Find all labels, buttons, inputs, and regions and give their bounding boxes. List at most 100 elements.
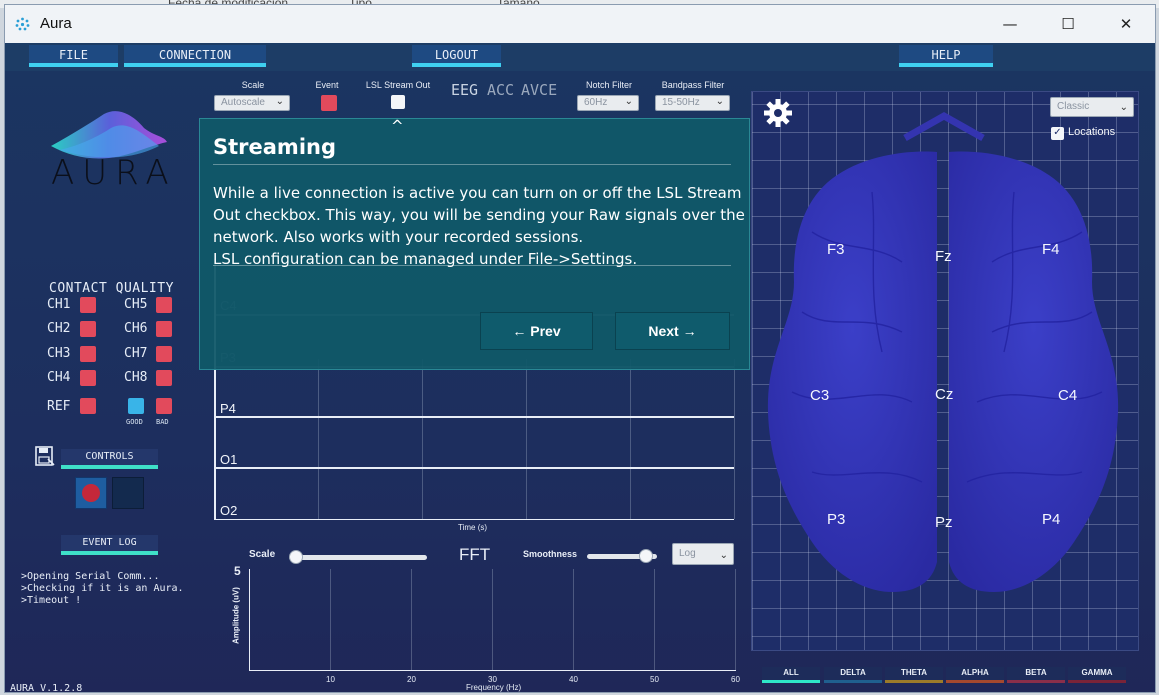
menu-bar: FILE CONNECTION LOGOUT HELP — [5, 43, 1155, 71]
menu-help[interactable]: HELP — [899, 45, 993, 67]
close-button[interactable]: ✕ — [1097, 5, 1155, 43]
grid-line — [422, 359, 423, 519]
tutorial-divider — [213, 164, 731, 165]
log-line: >Checking if it is an Aura. — [21, 583, 184, 594]
ch8-quality-indicator — [156, 370, 172, 386]
fft-grid-line — [735, 569, 736, 670]
electrode-c4: C4 — [1058, 387, 1078, 404]
title-bar: Aura — ☐ ✕ — [5, 5, 1155, 43]
minimize-button[interactable]: — — [981, 5, 1039, 43]
record-icon — [82, 484, 100, 502]
lsl-stream-checkbox[interactable] — [391, 95, 405, 109]
ch7-quality-indicator — [156, 346, 172, 362]
ch6-quality-indicator — [156, 321, 172, 337]
event-log: >Opening Serial Comm... >Checking if it … — [21, 571, 184, 607]
bandpass-select-value: 15-50Hz — [662, 97, 700, 108]
window-title: Aura — [40, 15, 72, 32]
fft-scale-knob[interactable] — [289, 550, 303, 564]
tutorial-popover: ^ Streaming While a live connection is a… — [199, 117, 750, 370]
band-theta[interactable]: THETA — [885, 667, 943, 683]
fft-scale-slider[interactable] — [289, 555, 427, 560]
scale-select-value: Autoscale — [221, 97, 265, 108]
eeg-trace-p4 — [214, 416, 734, 418]
ref-label: REF — [47, 399, 71, 414]
menu-logout[interactable]: LOGOUT — [412, 45, 501, 67]
tutorial-title: Streaming — [213, 135, 336, 159]
band-beta[interactable]: BETA — [1007, 667, 1065, 683]
record-button[interactable] — [75, 477, 107, 509]
eeg-label-o1: O1 — [220, 452, 238, 467]
band-delta[interactable]: DELTA — [824, 667, 882, 683]
notch-select-value: 60Hz — [584, 97, 608, 108]
ch3-quality-indicator — [80, 346, 96, 362]
mode-eeg[interactable]: EEG — [451, 81, 478, 99]
event-log-label: EVENT LOG — [61, 535, 158, 555]
grid-line — [630, 359, 631, 519]
fft-grid-line — [492, 569, 493, 670]
eeg-x-axis-label: Time (s) — [458, 523, 488, 532]
tutorial-divider — [213, 265, 731, 266]
eeg-label-p4: P4 — [220, 401, 236, 416]
bad-legend-label: BAD — [156, 418, 169, 426]
ch1-quality-indicator — [80, 297, 96, 313]
event-label: Event — [315, 80, 339, 90]
mode-acc[interactable]: ACC — [487, 81, 514, 99]
fft-x-axis-label: Frequency (Hz) — [466, 683, 522, 692]
electrode-p4: P4 — [1042, 511, 1061, 528]
fft-title: FFT — [459, 545, 491, 564]
band-gamma[interactable]: GAMMA — [1068, 667, 1126, 683]
ch7-label: CH7 — [124, 346, 148, 361]
brain-view: Classic ⌄ ✓ Locations F3 Fz F4 C3 Cz C4 … — [751, 91, 1139, 651]
lsl-label: LSL Stream Out — [365, 80, 431, 90]
chevron-down-icon: ⌄ — [275, 96, 284, 107]
fft-grid-line — [330, 569, 331, 670]
menu-file[interactable]: FILE — [29, 45, 118, 67]
band-all[interactable]: ALL — [762, 667, 820, 683]
fft-panel: Scale FFT Smoothness Log ⌄ 5 Amplitude (u… — [214, 539, 740, 692]
electrode-f4: F4 — [1042, 241, 1060, 258]
chevron-down-icon: ⌄ — [719, 550, 728, 561]
mode-avce[interactable]: AVCE — [521, 81, 557, 99]
stop-button[interactable] — [112, 477, 144, 509]
eeg-label-o2: O2 — [220, 503, 238, 518]
smoothness-label: Smoothness — [523, 549, 578, 559]
scale-label: Scale — [241, 80, 265, 90]
electrode-c3: C3 — [810, 387, 830, 404]
menu-connection[interactable]: CONNECTION — [124, 45, 266, 67]
ch5-label: CH5 — [124, 297, 148, 312]
fft-x-axis — [249, 670, 736, 671]
fft-x-tick: 20 — [407, 675, 416, 684]
tutorial-body: While a live connection is active you ca… — [213, 184, 745, 268]
electrode-fz: Fz — [935, 248, 952, 265]
fft-axis-select-value: Log — [679, 548, 696, 559]
chevron-down-icon: ⌄ — [624, 96, 633, 107]
ch3-label: CH3 — [47, 346, 71, 361]
prev-button[interactable]: ← Prev — [480, 312, 593, 350]
aura-window: Aura — ☐ ✕ FILE CONNECTION LOGOUT HELP A… — [4, 4, 1156, 693]
band-alpha[interactable]: ALPHA — [946, 667, 1004, 683]
eeg-trace-o1 — [214, 467, 734, 469]
controls-label: CONTROLS — [61, 449, 158, 469]
fft-grid-line — [411, 569, 412, 670]
next-button[interactable]: Next → — [615, 312, 730, 350]
save-icon[interactable] — [34, 445, 56, 467]
chevron-down-icon: ⌄ — [715, 96, 724, 107]
ch4-label: CH4 — [47, 370, 71, 385]
fft-grid-line — [573, 569, 574, 670]
grid-line — [526, 359, 527, 519]
fft-axis-select[interactable]: Log ⌄ — [672, 543, 734, 565]
brain-model — [767, 111, 1119, 592]
bandpass-filter-label: Bandpass Filter — [661, 80, 725, 90]
good-legend-swatch — [128, 398, 144, 414]
fft-y-axis-label: Amplitude (uV) — [231, 587, 241, 644]
grid-line — [318, 359, 319, 519]
smoothness-knob[interactable] — [639, 549, 653, 563]
maximize-button[interactable]: ☐ — [1039, 5, 1097, 43]
log-line: >Opening Serial Comm... — [21, 571, 160, 582]
electrode-pz: Pz — [935, 514, 953, 531]
fft-x-tick: 40 — [569, 675, 578, 684]
main-area: AURA CONTACT QUALITY CH1 CH5 CH2 CH6 CH3… — [5, 71, 1155, 692]
fft-x-tick: 60 — [731, 675, 740, 684]
ch2-label: CH2 — [47, 321, 71, 336]
aura-logo-text: AURA — [51, 153, 177, 193]
